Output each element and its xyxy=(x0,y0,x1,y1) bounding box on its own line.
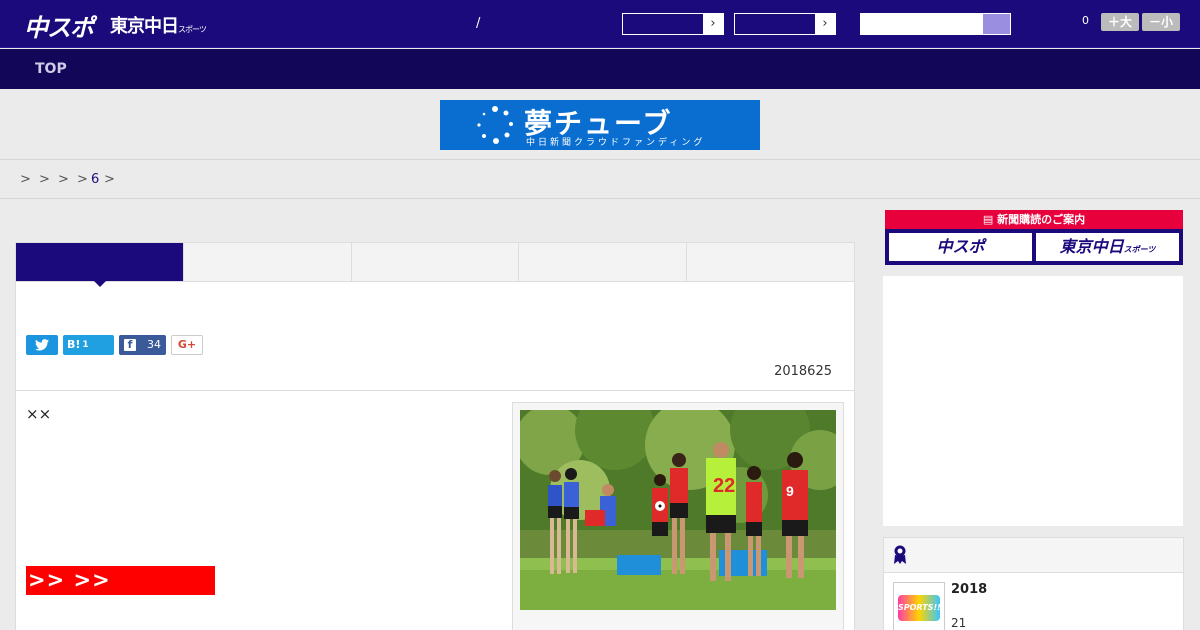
divider xyxy=(16,390,854,391)
twitter-share-button[interactable] xyxy=(26,335,58,355)
hatena-count: 1 xyxy=(82,340,89,350)
facebook-icon: f xyxy=(124,339,136,351)
svg-text:9: 9 xyxy=(786,483,794,499)
ranking-item-title[interactable]: 2018 xyxy=(951,582,987,597)
font-size-count: 0 xyxy=(1082,14,1089,27)
ranking-panel: SPORTS!! 2018 21 xyxy=(883,537,1184,630)
search-button[interactable] xyxy=(982,13,1011,35)
ribbon-icon xyxy=(894,545,906,564)
tab-5[interactable] xyxy=(687,243,854,281)
chevron-right-icon: › xyxy=(703,14,723,34)
subscribe-tokyo-label: 東京中日 xyxy=(1059,237,1124,256)
site-header: 中スポ 東京中日スポーツ / › › 0 ＋大 －小 xyxy=(0,0,1200,48)
twitter-icon xyxy=(35,339,49,351)
subscribe-chunichi-button[interactable]: 中スポ xyxy=(889,233,1032,261)
main-nav: TOP xyxy=(0,49,1200,89)
font-larger-button[interactable]: ＋大 xyxy=(1101,13,1139,31)
tokyo-chunichi-logo[interactable]: 東京中日スポーツ xyxy=(110,12,207,38)
tokyo-chunichi-logo-text: 東京中日 xyxy=(110,16,179,37)
article-date: 2018625 xyxy=(774,364,832,379)
facebook-share-button[interactable]: f 34 xyxy=(119,335,166,355)
ranking-thumbnail-logo: SPORTS!! xyxy=(898,595,941,621)
subscription-panel: ▤ 新聞購読のご案内 中スポ 東京中日スポーツ xyxy=(885,210,1183,265)
category-tabs xyxy=(16,243,854,287)
sidebar-ad[interactable] xyxy=(883,276,1183,526)
article-panel: B! 1 f 34 G+ 2018625 ×× >> >> 22 9 xyxy=(15,242,855,630)
breadcrumb: > > > > 6 > xyxy=(0,161,1200,199)
category-select-2[interactable]: › xyxy=(734,13,836,35)
subscribe-tokyo-small: スポーツ xyxy=(1123,245,1156,254)
breadcrumb-separator: > xyxy=(104,172,115,187)
ranking-header xyxy=(884,538,1183,573)
subscribe-tokyo-button[interactable]: 東京中日スポーツ xyxy=(1036,233,1179,261)
header-separator: / xyxy=(476,16,481,31)
tab-4[interactable] xyxy=(519,243,688,281)
font-smaller-button[interactable]: －小 xyxy=(1142,13,1180,31)
ranking-item-subtitle: 21 xyxy=(951,616,967,630)
newspaper-icon: ▤ xyxy=(982,213,994,226)
article-photo[interactable]: 22 9 xyxy=(520,410,836,610)
hatena-label: B! xyxy=(67,338,81,351)
breadcrumb-item-current[interactable]: 6 xyxy=(91,172,99,187)
breadcrumb-separator: > xyxy=(58,172,69,187)
dots-circle-icon xyxy=(477,106,513,144)
yume-tube-banner[interactable]: 夢チューブ 中日新聞クラウドファンディング xyxy=(440,100,760,150)
search-input[interactable] xyxy=(860,13,984,35)
banner-subtitle: 中日新聞クラウドファンディング xyxy=(526,138,706,148)
svg-text:22: 22 xyxy=(713,475,735,497)
tab-2[interactable] xyxy=(183,243,352,281)
related-link-button[interactable]: >> >> xyxy=(26,566,215,595)
chevron-right-icon: › xyxy=(815,14,835,34)
article-photo-frame: 22 9 xyxy=(512,402,844,630)
chunichi-sports-logo[interactable]: 中スポ xyxy=(24,8,94,43)
subscription-heading: ▤ 新聞購読のご案内 xyxy=(885,210,1183,229)
ranking-thumbnail[interactable]: SPORTS!! xyxy=(893,582,945,630)
category-select-1[interactable]: › xyxy=(622,13,724,35)
breadcrumb-separator: > xyxy=(20,172,31,187)
facebook-count: 34 xyxy=(147,338,161,351)
google-plus-button[interactable]: G+ xyxy=(171,335,203,355)
tab-3[interactable] xyxy=(351,243,520,281)
breadcrumb-separator: > xyxy=(39,172,50,187)
hatena-bookmark-button[interactable]: B! 1 xyxy=(63,335,114,355)
nav-item-top[interactable]: TOP xyxy=(35,61,67,77)
subscription-heading-text: 新聞購読のご案内 xyxy=(997,213,1086,226)
banner-row: 夢チューブ 中日新聞クラウドファンディング xyxy=(0,90,1200,160)
breadcrumb-separator: > xyxy=(77,172,88,187)
article-body: ×× xyxy=(26,405,52,423)
tab-1[interactable] xyxy=(16,243,184,287)
tokyo-chunichi-logo-small: スポーツ xyxy=(178,25,207,34)
